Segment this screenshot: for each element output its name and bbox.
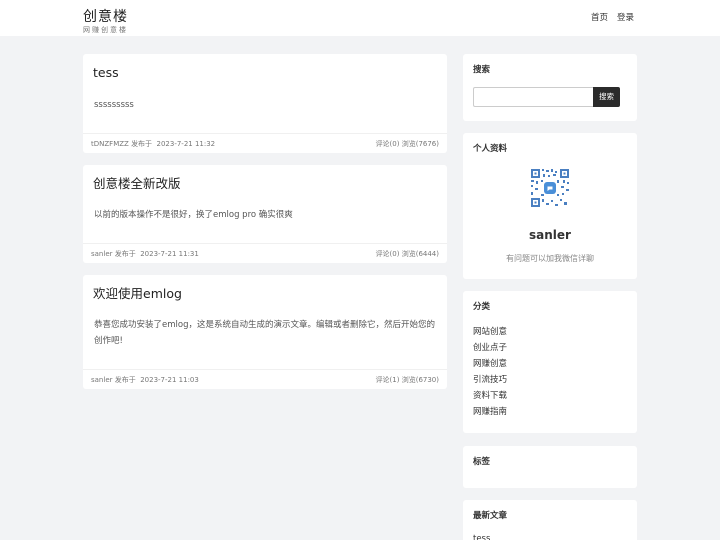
post-published-label: 发布于 xyxy=(114,250,136,258)
site-title[interactable]: 创意楼 xyxy=(83,8,128,26)
post-views: 浏览(7676) xyxy=(401,140,439,148)
site-header: 创意楼 网赚创意楼 首页 登录 xyxy=(0,0,720,36)
tags-widget: 标签 xyxy=(463,446,637,488)
post-date: 2023-7-21 11:31 xyxy=(140,250,199,258)
post-card: tess sssssssss tDNZFMZZ 发布于 2023-7-21 11… xyxy=(83,54,447,153)
widget-title: 分类 xyxy=(473,302,491,312)
search-input[interactable] xyxy=(473,87,593,107)
profile-description: 有问题可以加我微信详聊 xyxy=(506,254,594,263)
post-date: 2023-7-21 11:03 xyxy=(140,376,199,384)
post-published-label: 发布于 xyxy=(114,376,136,384)
post-byline: tDNZFMZZ 发布于 2023-7-21 11:32 xyxy=(91,134,215,154)
post-meta: sanler 发布于 2023-7-21 11:03 评论(1) 浏览(6730… xyxy=(83,369,447,389)
top-nav: 首页 登录 xyxy=(591,12,634,24)
post-author[interactable]: sanler xyxy=(91,250,113,258)
category-item[interactable]: 网赚创意 xyxy=(473,356,507,372)
post-title[interactable]: tess xyxy=(93,65,119,81)
post-excerpt: 恭喜您成功安装了emlog，这是系统自动生成的演示文章。编辑或者删除它，然后开始… xyxy=(94,320,435,346)
post-byline: sanler 发布于 2023-7-21 11:31 xyxy=(91,244,199,264)
widget-title: 搜索 xyxy=(473,65,491,75)
post-title[interactable]: 欢迎使用emlog xyxy=(93,286,182,302)
post-excerpt: 以前的版本操作不是很好，换了emlog pro 确实很爽 xyxy=(94,210,293,220)
wechat-qr-code-image xyxy=(527,165,573,211)
latest-posts-widget: 最新文章 tess xyxy=(463,500,637,540)
post-date: 2023-7-21 11:32 xyxy=(156,140,216,148)
latest-post-item[interactable]: tess xyxy=(473,533,490,540)
post-card: 欢迎使用emlog 恭喜您成功安装了emlog，这是系统自动生成的演示文章。编辑… xyxy=(83,275,447,389)
nav-login-link[interactable]: 登录 xyxy=(617,12,634,24)
widget-title: 个人资料 xyxy=(473,144,508,154)
post-author[interactable]: tDNZFMZZ xyxy=(91,140,129,148)
post-published-label: 发布于 xyxy=(131,140,153,148)
post-views: 浏览(6444) xyxy=(401,250,439,258)
category-item[interactable]: 资料下载 xyxy=(473,388,507,404)
widget-title: 最新文章 xyxy=(473,511,508,521)
post-stats: 评论(0) 浏览(7676) xyxy=(376,134,439,154)
post-stats: 评论(0) 浏览(6444) xyxy=(376,244,439,264)
post-comments-link[interactable]: 评论(1) xyxy=(376,376,400,384)
search-button[interactable]: 搜索 xyxy=(593,87,620,107)
profile-widget: 个人资料 sanler 有问题可以加我微信详聊 xyxy=(463,133,637,279)
category-item[interactable]: 创业点子 xyxy=(473,340,507,356)
category-item[interactable]: 网站创意 xyxy=(473,324,507,340)
search-widget: 搜索 搜索 xyxy=(463,54,637,121)
profile-name: sanler xyxy=(529,228,571,242)
post-views: 浏览(6730) xyxy=(401,376,439,384)
post-author[interactable]: sanler xyxy=(91,376,113,384)
post-byline: sanler 发布于 2023-7-21 11:03 xyxy=(91,370,199,390)
nav-home-link[interactable]: 首页 xyxy=(591,12,608,24)
post-comments-link[interactable]: 评论(0) xyxy=(376,250,400,258)
post-card: 创意楼全新改版 以前的版本操作不是很好，换了emlog pro 确实很爽 san… xyxy=(83,165,447,263)
post-meta: tDNZFMZZ 发布于 2023-7-21 11:32 评论(0) 浏览(76… xyxy=(83,133,447,153)
post-comments-link[interactable]: 评论(0) xyxy=(376,140,400,148)
post-title[interactable]: 创意楼全新改版 xyxy=(93,176,181,192)
category-widget: 分类 网站创意 创业点子 网赚创意 引流技巧 资料下载 网赚指南 xyxy=(463,291,637,433)
widget-title: 标签 xyxy=(473,457,491,467)
post-meta: sanler 发布于 2023-7-21 11:31 评论(0) 浏览(6444… xyxy=(83,243,447,263)
category-item[interactable]: 引流技巧 xyxy=(473,372,507,388)
site-subtitle: 网赚创意楼 xyxy=(83,26,128,34)
post-excerpt: sssssssss xyxy=(94,100,134,110)
category-item[interactable]: 网赚指南 xyxy=(473,404,507,420)
post-stats: 评论(1) 浏览(6730) xyxy=(376,370,439,390)
category-list: 网站创意 创业点子 网赚创意 引流技巧 资料下载 网赚指南 xyxy=(473,324,507,420)
